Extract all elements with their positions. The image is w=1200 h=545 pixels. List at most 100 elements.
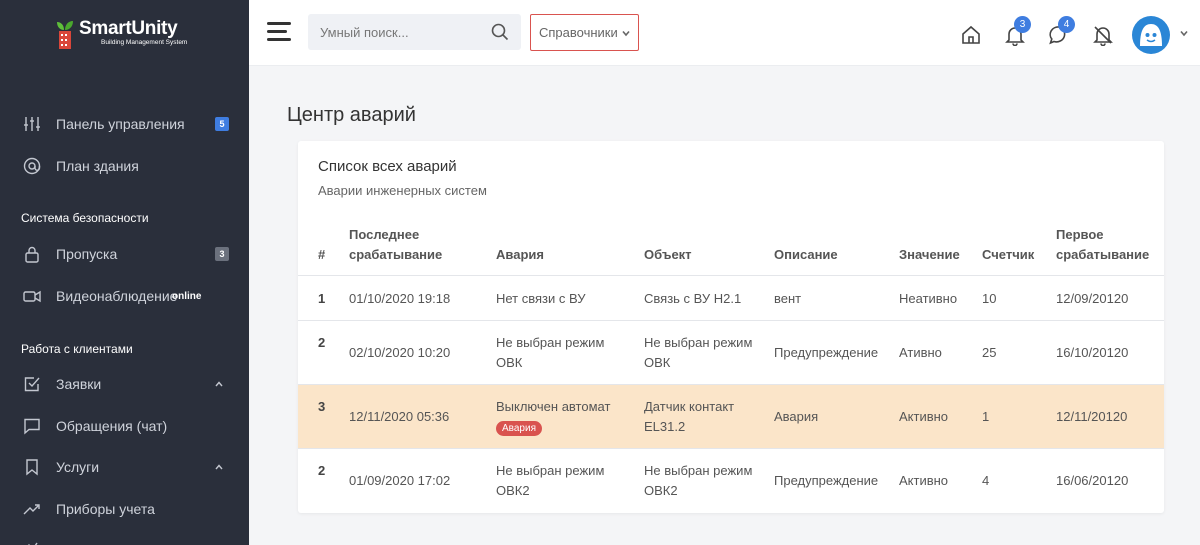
brand-subtitle: Building Management System bbox=[101, 39, 188, 46]
sidebar-item-label: Видеонаблюдение bbox=[56, 288, 178, 304]
cell-first: 12/11/20120 bbox=[1056, 409, 1128, 424]
sidebar-item-building-plan[interactable]: План здания bbox=[0, 148, 249, 184]
online-status: online bbox=[172, 290, 202, 302]
hamburger-line bbox=[267, 30, 287, 33]
sidebar-item-requests[interactable]: Заявки bbox=[0, 366, 249, 402]
chevron-down-icon[interactable] bbox=[1179, 28, 1189, 38]
cell-last: 02/10/2020 10:20 bbox=[349, 345, 451, 360]
messages-badge: 4 bbox=[1058, 16, 1075, 33]
search-input[interactable] bbox=[308, 14, 488, 50]
more-icon bbox=[23, 539, 41, 545]
cell-object: Не выбран режим ОВК bbox=[644, 335, 753, 370]
hamburger-line bbox=[267, 38, 291, 41]
section-clients: Работа с клиентами bbox=[21, 342, 133, 356]
bell-off-icon[interactable] bbox=[1092, 24, 1114, 46]
cell-num: 1 bbox=[318, 291, 326, 306]
sidebar-item-chat[interactable]: Обращения (чат) bbox=[0, 408, 249, 444]
chat-icon bbox=[23, 417, 41, 435]
sliders-icon bbox=[23, 115, 41, 133]
col-header-value: Значение bbox=[899, 247, 960, 262]
bookmark-icon bbox=[23, 458, 41, 476]
col-header-desc: Описание bbox=[774, 247, 838, 262]
sidebar-item-services[interactable]: Услуги bbox=[0, 449, 249, 485]
alarms-card: Список всех аварий Аварии инженерных сис… bbox=[298, 141, 1164, 513]
sidebar: SmartUnity Building Management System Па… bbox=[0, 0, 249, 545]
leaf-logo-icon bbox=[57, 21, 73, 49]
search-icon[interactable] bbox=[491, 23, 509, 41]
trending-up-icon bbox=[23, 500, 41, 518]
references-dropdown[interactable]: Справочники bbox=[530, 14, 639, 51]
sidebar-item-passes[interactable]: Пропуска 3 bbox=[0, 236, 249, 272]
cell-num: 2 bbox=[318, 463, 326, 478]
topbar: Справочники 3 4 bbox=[249, 0, 1200, 66]
cell-desc: Предупреждение bbox=[774, 345, 879, 360]
col-header-first: Первое срабатывание bbox=[1056, 227, 1150, 262]
cell-alarm: Не выбран режим ОВК bbox=[496, 335, 605, 370]
cell-alarm: Нет связи с ВУ bbox=[496, 291, 586, 306]
cell-value: Активно bbox=[899, 409, 949, 424]
sidebar-item-label: Панель управления bbox=[56, 116, 185, 132]
cell-counter: 4 bbox=[982, 473, 990, 488]
video-camera-icon bbox=[23, 287, 41, 305]
cell-alarm: Выключен автомат Авария bbox=[496, 397, 626, 437]
user-avatar[interactable] bbox=[1132, 16, 1170, 54]
cell-num: 3 bbox=[318, 399, 326, 414]
menu-toggle-button[interactable] bbox=[267, 22, 291, 44]
notifications-badge: 3 bbox=[1014, 16, 1031, 33]
cell-object: Не выбран режим ОВК2 bbox=[644, 463, 753, 498]
sidebar-item-label: Пропуска bbox=[56, 246, 118, 262]
brand-logo[interactable]: SmartUnity Building Management System bbox=[54, 18, 187, 52]
cell-last: 01/10/2020 19:18 bbox=[349, 291, 451, 306]
alarm-tag-badge: Авария bbox=[496, 421, 542, 436]
table-row-highlighted[interactable]: 3 12/11/2020 05:36 Выключен автомат Авар… bbox=[298, 384, 1164, 448]
cell-desc: Предупреждение bbox=[774, 473, 879, 488]
cell-desc: вент bbox=[774, 291, 802, 306]
col-header-last: Последнее срабатывание bbox=[349, 227, 443, 262]
col-header-num: # bbox=[318, 247, 326, 262]
home-icon[interactable] bbox=[960, 24, 982, 46]
sidebar-item-label: План здания bbox=[56, 158, 139, 174]
alarm-text: Выключен автомат bbox=[496, 399, 611, 414]
references-label: Справочники bbox=[539, 25, 618, 40]
cell-alarm: Не выбран режим ОВК2 bbox=[496, 463, 605, 498]
table-row[interactable]: 2 02/10/2020 10:20 Не выбран режим ОВК Н… bbox=[298, 320, 1164, 384]
card-title: Список всех аварий bbox=[318, 158, 457, 175]
cell-counter: 10 bbox=[982, 291, 997, 306]
cell-num: 2 bbox=[318, 335, 326, 350]
cell-object: Датчик контакт EL31.2 bbox=[644, 399, 735, 434]
chevron-up-icon bbox=[215, 464, 223, 470]
at-sign-icon bbox=[23, 157, 41, 175]
page-title: Центр аварий bbox=[287, 104, 416, 126]
sidebar-item-label: Услуги bbox=[56, 459, 100, 475]
sidebar-item-label: Приборы учета bbox=[56, 501, 155, 517]
cell-object: Связь с ВУ Н2.1 bbox=[644, 291, 742, 306]
cell-first: 16/06/20120 bbox=[1056, 473, 1129, 488]
dashboard-badge: 5 bbox=[215, 117, 229, 131]
cell-value: Ативно bbox=[899, 345, 942, 360]
chevron-up-icon bbox=[215, 381, 223, 387]
cell-value: Активно bbox=[899, 473, 949, 488]
cell-first: 12/09/20120 bbox=[1056, 291, 1129, 306]
cell-counter: 1 bbox=[982, 409, 990, 424]
brand-title: SmartUnity bbox=[79, 18, 178, 39]
section-security: Система безопасности bbox=[21, 211, 149, 225]
cell-counter: 25 bbox=[982, 345, 997, 360]
col-header-object: Объект bbox=[644, 247, 692, 262]
sidebar-item-more[interactable] bbox=[0, 530, 249, 545]
cell-last: 01/09/2020 17:02 bbox=[349, 473, 451, 488]
sidebar-item-dashboard[interactable]: Панель управления 5 bbox=[0, 106, 249, 142]
cell-first: 16/10/20120 bbox=[1056, 345, 1129, 360]
cell-value: Неативно bbox=[899, 291, 958, 306]
table-row[interactable]: 2 01/09/2020 17:02 Не выбран режим ОВК2 … bbox=[298, 448, 1164, 512]
table-row[interactable]: 1 01/10/2020 19:18 Нет связи с ВУ Связь … bbox=[298, 275, 1164, 320]
hamburger-line bbox=[267, 22, 291, 25]
avatar-face-icon bbox=[1140, 24, 1162, 46]
sidebar-item-video[interactable]: Видеонаблюдение online bbox=[0, 278, 249, 314]
checkbox-icon bbox=[23, 375, 41, 393]
sidebar-item-meters[interactable]: Приборы учета bbox=[0, 491, 249, 527]
sidebar-item-label: Обращения (чат) bbox=[56, 418, 168, 434]
card-subtitle: Аварии инженерных систем bbox=[318, 183, 487, 198]
cell-desc: Авария bbox=[774, 409, 819, 424]
sidebar-item-label: Заявки bbox=[56, 376, 102, 392]
lock-icon bbox=[23, 245, 41, 263]
